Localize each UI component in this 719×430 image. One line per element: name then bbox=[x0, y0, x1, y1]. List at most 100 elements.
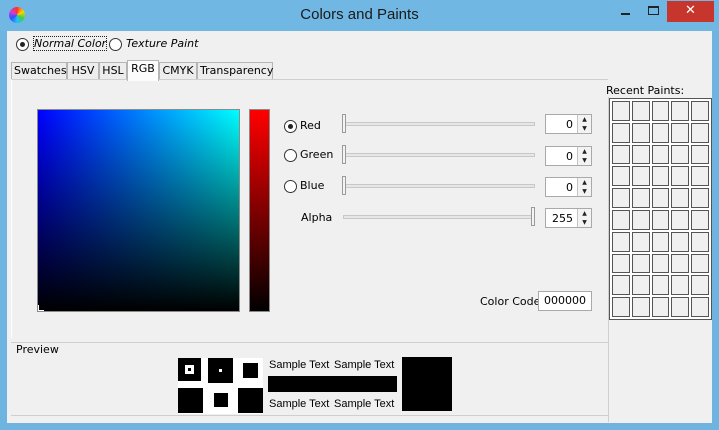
recent-paint-cell[interactable] bbox=[691, 253, 709, 274]
alpha-spinner[interactable]: 255 ▲ ▼ bbox=[545, 208, 592, 228]
recent-paint-cell[interactable] bbox=[631, 144, 650, 165]
red-spinner-arrows[interactable]: ▲ ▼ bbox=[577, 115, 591, 133]
red-spinner[interactable]: 0 ▲ ▼ bbox=[545, 114, 592, 134]
recent-paint-cell[interactable] bbox=[631, 188, 650, 208]
tab-hsl[interactable]: HSL bbox=[99, 62, 127, 80]
preview-color-bar bbox=[268, 376, 397, 392]
recent-paint-cell[interactable] bbox=[651, 122, 670, 143]
recent-paint-cell[interactable] bbox=[612, 101, 630, 121]
recent-paint-cell[interactable] bbox=[671, 209, 690, 230]
recent-paint-cell[interactable] bbox=[651, 144, 670, 165]
green-value[interactable]: 0 bbox=[546, 150, 576, 163]
green-spinner[interactable]: 0 ▲ ▼ bbox=[545, 146, 592, 166]
alpha-value[interactable]: 255 bbox=[546, 212, 576, 225]
sample-text: Sample Text bbox=[269, 359, 330, 371]
recent-paint-cell[interactable] bbox=[691, 275, 709, 296]
recent-paint-cell[interactable] bbox=[651, 297, 670, 317]
dialog-body: Normal Color Texture Paint Swatches HSV … bbox=[7, 31, 712, 423]
recent-paint-cell[interactable] bbox=[631, 101, 650, 121]
blue-thumb[interactable] bbox=[342, 176, 346, 195]
recent-paint-cell[interactable] bbox=[691, 101, 709, 121]
alpha-track[interactable] bbox=[343, 215, 535, 219]
recent-paint-cell[interactable] bbox=[671, 297, 690, 317]
tab-transparency[interactable]: Transparency bbox=[197, 62, 273, 80]
recent-paint-cell[interactable] bbox=[671, 188, 690, 208]
alpha-thumb[interactable] bbox=[531, 207, 535, 226]
recent-paint-cell[interactable] bbox=[651, 253, 670, 274]
recent-paint-cell[interactable] bbox=[612, 144, 630, 165]
recent-paint-cell[interactable] bbox=[651, 166, 670, 187]
recent-paint-cell[interactable] bbox=[671, 275, 690, 296]
recent-paint-cell[interactable] bbox=[651, 231, 670, 252]
recent-paint-cell[interactable] bbox=[671, 144, 690, 165]
tab-cmyk[interactable]: CMYK bbox=[159, 62, 197, 80]
recent-paint-cell[interactable] bbox=[651, 275, 670, 296]
red-radio[interactable] bbox=[284, 120, 297, 133]
green-track[interactable] bbox=[343, 153, 535, 157]
texture-paint-label[interactable]: Texture Paint bbox=[126, 37, 198, 50]
color-code-field[interactable]: 000000 bbox=[538, 291, 592, 311]
recent-paint-cell[interactable] bbox=[631, 209, 650, 230]
recent-paint-cell[interactable] bbox=[691, 231, 709, 252]
recent-paint-cell[interactable] bbox=[691, 188, 709, 208]
red-thumb[interactable] bbox=[342, 114, 346, 133]
recent-paint-cell[interactable] bbox=[691, 122, 709, 143]
recent-paint-cell[interactable] bbox=[671, 253, 690, 274]
recent-paint-cell[interactable] bbox=[631, 253, 650, 274]
green-spinner-arrows[interactable]: ▲ ▼ bbox=[577, 147, 591, 165]
maximize-button[interactable] bbox=[640, 1, 667, 22]
recent-paint-cell[interactable] bbox=[612, 209, 630, 230]
alpha-spinner-arrows[interactable]: ▲ ▼ bbox=[577, 209, 591, 227]
recent-paint-cell[interactable] bbox=[671, 101, 690, 121]
blue-spinner[interactable]: 0 ▲ ▼ bbox=[545, 177, 592, 197]
tab-rgb[interactable]: RGB bbox=[127, 60, 159, 81]
red-track[interactable] bbox=[343, 122, 535, 126]
recent-paint-cell[interactable] bbox=[612, 188, 630, 208]
green-label: Green bbox=[300, 148, 334, 161]
normal-color-label[interactable]: Normal Color bbox=[32, 36, 108, 51]
red-channel-slider[interactable] bbox=[249, 109, 270, 312]
green-thumb[interactable] bbox=[342, 145, 346, 164]
preview-square bbox=[238, 388, 263, 413]
recent-paint-cell[interactable] bbox=[612, 275, 630, 296]
recent-paint-cell[interactable] bbox=[631, 166, 650, 187]
recent-paint-cell[interactable] bbox=[691, 209, 709, 230]
recent-paint-cell[interactable] bbox=[671, 231, 690, 252]
recent-paint-cell[interactable] bbox=[651, 188, 670, 208]
color-spectrum[interactable] bbox=[37, 109, 240, 312]
recent-paint-cell[interactable] bbox=[612, 253, 630, 274]
recent-paint-cell[interactable] bbox=[651, 101, 670, 121]
blue-value[interactable]: 0 bbox=[546, 181, 576, 194]
sample-text: Sample Text bbox=[334, 359, 395, 371]
title-bar[interactable]: Colors and Paints ✕ bbox=[0, 0, 719, 31]
normal-color-radio[interactable] bbox=[16, 38, 29, 51]
recent-paint-cell[interactable] bbox=[691, 166, 709, 187]
recent-paint-cell[interactable] bbox=[631, 275, 650, 296]
recent-paint-cell[interactable] bbox=[691, 144, 709, 165]
green-radio[interactable] bbox=[284, 149, 297, 162]
blue-radio[interactable] bbox=[284, 180, 297, 193]
minimize-button[interactable] bbox=[612, 1, 639, 22]
tab-swatches[interactable]: Swatches bbox=[11, 62, 67, 80]
recent-paint-cell[interactable] bbox=[612, 231, 630, 252]
texture-paint-radio[interactable] bbox=[109, 38, 122, 51]
recent-paint-cell[interactable] bbox=[671, 122, 690, 143]
recent-paint-cell[interactable] bbox=[691, 297, 709, 317]
preview-label: Preview bbox=[16, 343, 59, 356]
red-value[interactable]: 0 bbox=[546, 118, 576, 131]
blue-spinner-arrows[interactable]: ▲ ▼ bbox=[577, 178, 591, 196]
recent-paint-cell[interactable] bbox=[631, 122, 650, 143]
close-button[interactable]: ✕ bbox=[667, 1, 714, 22]
tab-hsv[interactable]: HSV bbox=[67, 62, 99, 80]
recent-paint-cell[interactable] bbox=[612, 166, 630, 187]
blue-track[interactable] bbox=[343, 184, 535, 188]
recent-paint-cell[interactable] bbox=[671, 166, 690, 187]
spectrum-cursor[interactable] bbox=[38, 305, 44, 311]
recent-paint-cell[interactable] bbox=[612, 122, 630, 143]
recent-paint-cell[interactable] bbox=[631, 231, 650, 252]
recent-paint-cell[interactable] bbox=[612, 297, 630, 317]
preview-color-swatch bbox=[402, 357, 452, 411]
recent-paint-cell[interactable] bbox=[631, 297, 650, 317]
alpha-label: Alpha bbox=[301, 211, 333, 224]
recent-paint-cell[interactable] bbox=[651, 209, 670, 230]
